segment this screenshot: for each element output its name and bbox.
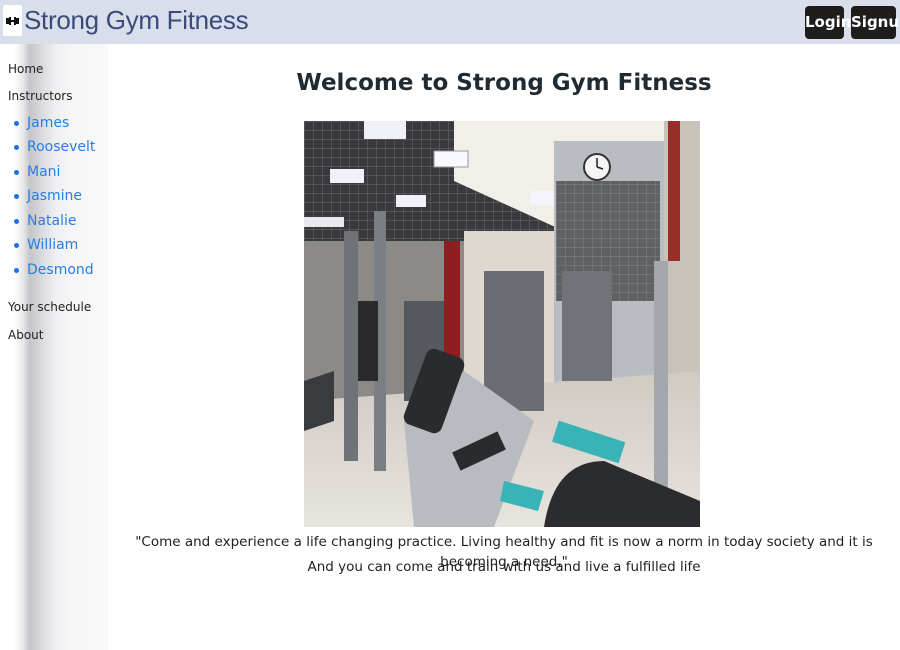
sidebar: Home Instructors James Roosevelt Mani Ja… [0,44,108,650]
bullet-icon [14,193,19,199]
instructor-link[interactable]: Roosevelt [14,138,95,156]
instructor-name[interactable]: Roosevelt [27,138,95,156]
login-button[interactable]: Login [805,6,851,39]
instructor-link[interactable]: James [14,114,69,132]
brand-title[interactable]: Strong Gym Fitness [24,3,249,37]
gym-photo [304,121,700,527]
sidebar-item-instructors[interactable]: Instructors [8,88,72,104]
instructor-link[interactable]: Natalie [14,212,77,230]
instructor-name[interactable]: Natalie [27,212,77,230]
bullet-icon [14,218,19,224]
instructor-name[interactable]: William [27,236,78,254]
dumbbell-icon[interactable] [3,5,22,36]
bullet-icon [14,169,19,175]
instructor-name[interactable]: Desmond [27,261,94,279]
instructor-name[interactable]: James [27,114,69,132]
quote-line-2: And you can come and train with us and l… [307,559,701,575]
instructor-link[interactable]: Desmond [14,261,94,279]
sidebar-item-home[interactable]: Home [8,61,43,77]
bullet-icon [14,242,19,248]
sidebar-item-schedule[interactable]: Your schedule [8,299,91,315]
instructor-link[interactable]: William [14,236,78,254]
instructor-link[interactable]: Mani [14,163,60,181]
bullet-icon [14,144,19,150]
signup-button[interactable]: Signup [851,6,900,39]
top-navbar: Strong Gym Fitness Login Signup [0,0,900,44]
instructor-link[interactable]: Jasmine [14,187,82,205]
page-title: Welcome to Strong Gym Fitness [296,70,712,96]
bullet-icon [14,120,19,126]
instructor-name[interactable]: Mani [27,163,60,181]
instructor-name[interactable]: Jasmine [27,187,82,205]
sidebar-item-about[interactable]: About [8,327,43,343]
bullet-icon [14,267,19,273]
